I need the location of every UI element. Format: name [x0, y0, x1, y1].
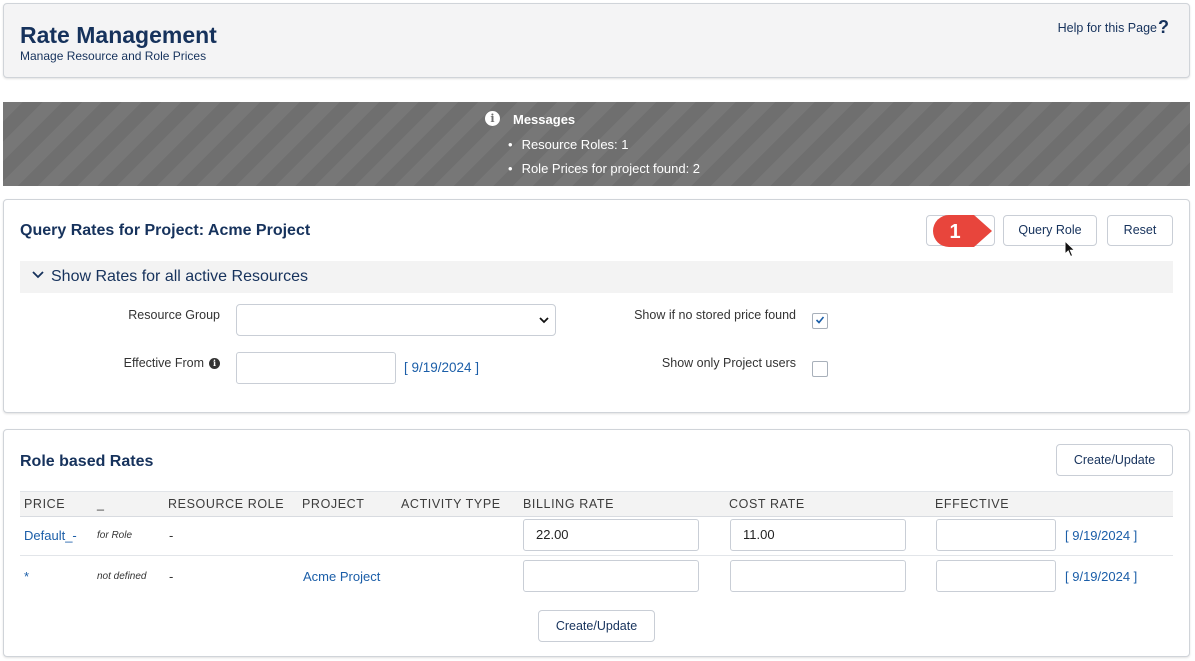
reset-button[interactable]: Reset [1107, 215, 1173, 246]
effective-default-date-link[interactable]: [ 9/19/2024 ] [1065, 569, 1137, 584]
cost-rate-input[interactable] [730, 560, 906, 592]
mouse-cursor-icon [1064, 240, 1076, 258]
show-no-price-checkbox[interactable] [812, 313, 828, 329]
messages-title: Messages [513, 112, 576, 127]
billing-rate-input[interactable] [523, 560, 699, 592]
resource-group-select[interactable] [236, 304, 556, 336]
billing-rate-input[interactable]: 22.00 [523, 519, 699, 551]
price-link[interactable]: Default_- [24, 528, 77, 543]
checkmark-icon [815, 316, 825, 324]
cost-rate-input[interactable]: 11.00 [730, 519, 906, 551]
page-title: Rate Management [20, 22, 217, 48]
chevron-down-icon [32, 271, 44, 279]
info-icon[interactable]: i [209, 358, 220, 369]
query-panel-title: Query Rates for Project: Acme Project [20, 222, 311, 239]
resource-role: - [169, 569, 174, 584]
show-project-users-checkbox[interactable] [812, 361, 828, 377]
price-type: for Role [97, 530, 133, 541]
row-divider [20, 555, 1173, 556]
rates-table-header: PRICE _ RESOURCE ROLE PROJECT ACTIVITY T… [20, 491, 1173, 517]
create-update-button[interactable]: Create/Update [538, 610, 655, 642]
message-item: Role Prices for project found: 2 [508, 161, 700, 176]
column-header-price[interactable]: PRICE [24, 497, 65, 511]
price-link[interactable]: * [24, 569, 29, 584]
effective-date-input[interactable] [936, 560, 1056, 592]
column-header-resource-role[interactable]: RESOURCE ROLE [168, 497, 284, 511]
price-type: not defined [97, 571, 147, 582]
effective-from-default-date-link[interactable]: [ 9/19/2024 ] [404, 360, 479, 375]
page-header: Rate Management Manage Resource and Role… [3, 3, 1190, 78]
effective-from-label: Effective From [123, 356, 204, 370]
column-header-cost-rate[interactable]: COST RATE [729, 497, 805, 511]
message-item: Resource Roles: 1 [508, 137, 629, 152]
info-icon: i [485, 111, 500, 126]
column-header-effective[interactable]: EFFECTIVE [935, 497, 1009, 511]
show-no-price-label: Show if no stored price found [634, 308, 796, 322]
column-header-billing-rate[interactable]: BILLING RATE [523, 497, 614, 511]
show-rates-section-toggle[interactable]: Show Rates for all active Resources [20, 261, 1173, 293]
chevron-down-icon [539, 317, 549, 324]
show-project-users-label: Show only Project users [661, 356, 796, 370]
role-rates-title: Role based Rates [20, 453, 154, 470]
effective-from-input[interactable] [236, 352, 396, 384]
resource-role: - [169, 528, 174, 543]
query-panel: Query Rates for Project: Acme Project 1 … [3, 199, 1190, 413]
effective-date-input[interactable] [936, 519, 1056, 551]
column-header-project[interactable]: PROJECT [302, 497, 365, 511]
column-header-activity-type[interactable]: ACTIVITY TYPE [401, 497, 501, 511]
help-icon[interactable]: ? [1158, 17, 1169, 38]
column-header-type[interactable]: _ [97, 497, 105, 511]
page-subtitle: Manage Resource and Role Prices [20, 49, 207, 63]
query-role-button[interactable]: Query Role [1003, 215, 1097, 246]
section-title: Show Rates for all active Resources [51, 268, 308, 285]
step-badge: 1 [933, 215, 992, 247]
create-update-button[interactable]: Create/Update [1056, 444, 1173, 476]
help-link[interactable]: Help for this Page [1058, 21, 1157, 35]
effective-default-date-link[interactable]: [ 9/19/2024 ] [1065, 528, 1137, 543]
step-badge-number: 1 [949, 221, 960, 243]
role-rates-panel: Role based Rates Create/Update PRICE _ R… [3, 429, 1190, 657]
resource-group-label: Resource Group [128, 308, 220, 322]
messages-banner: i Messages Resource Roles: 1 Role Prices… [3, 102, 1190, 186]
project-link[interactable]: Acme Project [303, 569, 380, 584]
